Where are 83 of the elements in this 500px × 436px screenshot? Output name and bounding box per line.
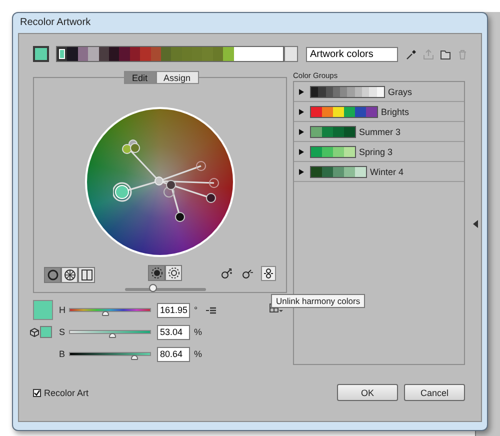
active-color-swatch[interactable] [33, 300, 53, 320]
collapsed-triangle-icon[interactable] [299, 148, 304, 154]
display-toggle-button[interactable] [165, 265, 182, 281]
smooth-wheel-icon [46, 269, 58, 281]
color-group-bar [310, 126, 356, 138]
value-field[interactable]: 161.95 [157, 302, 190, 318]
web-safe-swatch[interactable] [40, 326, 52, 338]
color-swatch[interactable] [108, 47, 120, 61]
color-group-bar [310, 146, 356, 158]
cube-icon [30, 328, 39, 336]
window-title: Recolor Artwork [19, 16, 91, 30]
slider-thumb[interactable] [102, 311, 110, 316]
value-field[interactable]: 80.64 [157, 346, 190, 362]
color-swatch[interactable] [78, 47, 88, 61]
slider-label: H [58, 305, 66, 315]
slider-thumb[interactable] [108, 333, 116, 338]
color-group-row[interactable]: Summer 3 [294, 122, 464, 142]
color-swatch[interactable] [57, 47, 68, 61]
collapsed-triangle-icon[interactable] [299, 168, 304, 174]
color-group-row[interactable]: Grays [294, 82, 464, 102]
color-swatch[interactable] [130, 47, 140, 61]
slider-thumb[interactable] [131, 355, 138, 360]
color-strip[interactable] [56, 46, 284, 62]
group-name: Grays [388, 86, 412, 96]
brightness-icon [168, 267, 180, 279]
color-swatch[interactable] [223, 47, 234, 61]
recolor-art-checkbox[interactable]: Recolor Art [33, 388, 89, 398]
saturation-icon [150, 267, 162, 279]
group-name: Winter 4 [370, 166, 404, 176]
name-field[interactable]: Artwork colors [306, 46, 398, 62]
wheel-mode-button[interactable] [61, 267, 78, 283]
color-group-bar [310, 166, 367, 178]
color-group-bar [310, 106, 378, 118]
color-swatch[interactable] [202, 47, 213, 61]
collapsed-triangle-icon[interactable] [299, 108, 304, 114]
group-name: Summer 3 [359, 126, 401, 136]
color-group-row[interactable]: Winter 4 [294, 162, 464, 182]
slider-label: S [58, 327, 66, 337]
folder-icon[interactable] [440, 48, 451, 60]
color-swatch[interactable] [150, 47, 161, 61]
color-group-row[interactable]: Spring 3 [294, 142, 464, 162]
checkbox-icon[interactable] [33, 388, 41, 396]
tab[interactable]: Edit [124, 71, 156, 84]
color-swatch[interactable] [182, 47, 192, 61]
collapsed-triangle-icon[interactable] [299, 128, 304, 134]
color-swatch[interactable] [67, 47, 78, 61]
ok-button[interactable]: OK [337, 384, 398, 401]
color-swatch[interactable] [171, 47, 182, 61]
group-name: Brights [381, 106, 410, 116]
collapsed-triangle-icon[interactable] [299, 88, 304, 94]
current-color-swatch[interactable] [33, 46, 49, 62]
color-swatch[interactable] [98, 47, 109, 61]
segmented-wheel-icon [64, 269, 76, 281]
wheel-mode-button[interactable] [44, 267, 61, 283]
color-swatch[interactable] [88, 47, 99, 61]
add-marker-icon [221, 268, 232, 279]
unit-label: ° [193, 305, 199, 315]
add-color-tool-button[interactable] [219, 266, 234, 281]
color-group-row[interactable]: Brights [294, 102, 464, 122]
wheel-mode-button[interactable] [78, 267, 95, 283]
display-toggle-button[interactable] [148, 265, 165, 281]
color-swatch[interactable] [119, 47, 130, 61]
unit-label: % [193, 327, 204, 337]
remove-marker-icon [242, 268, 253, 279]
group-name: Spring 3 [359, 146, 393, 156]
unlink-harmony-button[interactable] [261, 266, 276, 281]
tooltip: Unlink harmony colors [271, 294, 366, 308]
unlink-icon [263, 268, 274, 279]
dropdown-button[interactable] [284, 46, 298, 62]
cancel-button[interactable]: Cancel [404, 384, 465, 401]
collapse-arrow-icon[interactable] [473, 220, 478, 228]
slider-thumb[interactable] [148, 284, 157, 292]
slider-label: B [58, 349, 66, 359]
color-bars-icon [80, 269, 92, 281]
color-swatch[interactable] [140, 47, 151, 61]
color-swatch[interactable] [160, 47, 172, 61]
tab[interactable]: Assign [156, 71, 199, 84]
harmony-markers-drawing[interactable] [113, 138, 221, 224]
eyedropper-icon[interactable] [406, 48, 417, 60]
value-field[interactable]: 53.04 [157, 324, 190, 340]
color-swatch[interactable] [212, 47, 224, 61]
unit-label: % [193, 349, 204, 359]
color-swatch[interactable] [192, 47, 202, 61]
